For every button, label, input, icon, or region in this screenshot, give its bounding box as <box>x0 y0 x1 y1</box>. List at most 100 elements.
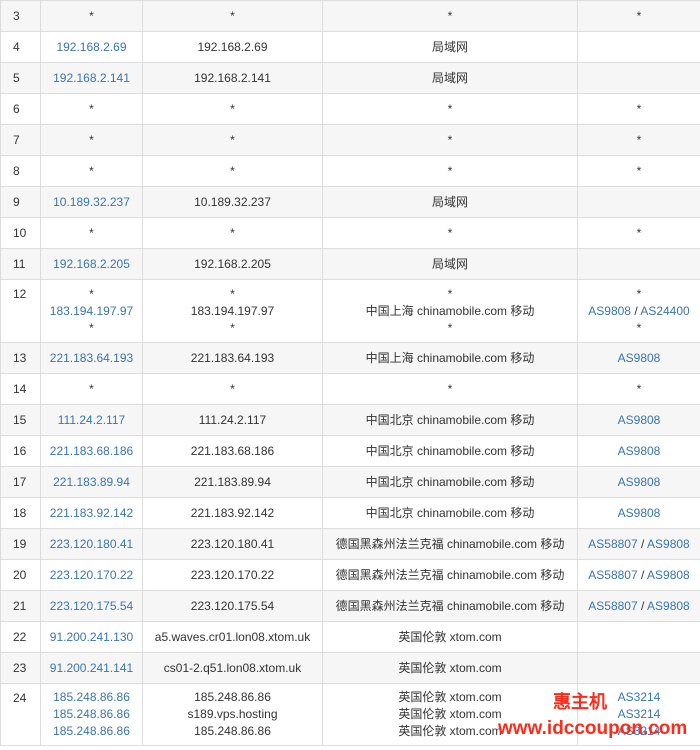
ip-link[interactable]: 223.120.175.54 <box>41 598 142 615</box>
location-cell: 局域网 <box>322 248 578 280</box>
asn-cell <box>577 621 700 653</box>
table-row: 4 192.168.2.69 192.168.2.69 局域网 <box>0 31 700 63</box>
ip-link[interactable]: 183.194.197.97 <box>41 303 142 320</box>
table-row: 20 223.120.170.22 223.120.170.22 德国黑森州法兰克福 … <box>0 559 700 591</box>
asn-line: AS9808 <box>578 350 700 367</box>
hostname-cell: * <box>142 373 323 405</box>
asn-line: AS9808 <box>578 474 700 491</box>
ip-link[interactable]: 111.24.2.117 <box>41 412 142 429</box>
timeout-marker: * <box>89 225 94 240</box>
asn-cell: * AS9808 / AS24400 * <box>577 279 700 343</box>
ip-link[interactable]: 221.183.92.142 <box>41 505 142 522</box>
hop-number: 11 <box>0 248 41 280</box>
hop-number: 12 <box>0 279 41 343</box>
asn-link[interactable]: AS9808 <box>647 568 690 582</box>
asn-link[interactable]: AS3214 <box>618 707 661 721</box>
ip-link[interactable]: 192.168.2.69 <box>41 39 142 56</box>
ip-link[interactable]: 221.183.89.94 <box>41 474 142 491</box>
timeout-marker: * <box>230 101 235 116</box>
asn-link[interactable]: AS3214 <box>618 690 661 704</box>
location-cell: 英国伦敦 xtom.com <box>322 652 578 684</box>
asn-link[interactable]: AS9808 <box>618 351 661 365</box>
asn-link[interactable]: AS58807 <box>588 599 637 613</box>
hostname: a5.waves.cr01.lon08.xtom.uk <box>154 629 311 644</box>
hop-number: 3 <box>0 0 41 32</box>
asn-cell <box>577 652 700 684</box>
asn-link[interactable]: AS24400 <box>640 304 689 318</box>
ip-link[interactable]: 192.168.2.205 <box>41 256 142 273</box>
location: 局域网 <box>431 70 468 85</box>
hop-number: 14 <box>0 373 41 405</box>
location: 英国伦敦 xtom.com <box>398 690 502 704</box>
ip-cell: 192.168.2.205 <box>40 248 143 280</box>
hostname: s189.vps.hosting <box>187 707 278 721</box>
timeout-marker: * <box>447 381 453 396</box>
timeout-marker: * <box>230 381 235 396</box>
location-cell: * <box>322 124 578 156</box>
timeout-marker: * <box>89 286 94 301</box>
ip-link[interactable]: 185.248.86.86 <box>41 723 142 740</box>
timeout-marker: * <box>447 132 453 147</box>
ip-link[interactable]: 221.183.68.186 <box>41 443 142 460</box>
asn-line <box>578 39 700 56</box>
timeout-marker: * <box>447 286 453 301</box>
ip-link[interactable]: 91.200.241.130 <box>41 629 142 646</box>
location-cell: 中国上海 chinamobile.com 移动 <box>322 342 578 374</box>
ip-link[interactable]: 185.248.86.86 <box>41 706 142 723</box>
ip-link[interactable]: 185.248.86.86 <box>41 689 142 706</box>
asn-link[interactable]: AS9808 <box>618 506 661 520</box>
ip-link[interactable]: 223.120.180.41 <box>41 536 142 553</box>
asn-link[interactable]: AS9808 <box>618 475 661 489</box>
hop-number: 5 <box>0 62 41 94</box>
asn-line <box>578 629 700 646</box>
table-row: 15 111.24.2.117 111.24.2.117 中国北京 chinamobi… <box>0 404 700 436</box>
hostname-cell: 221.183.68.186 <box>142 435 323 467</box>
ip-cell: * <box>40 124 143 156</box>
asn-link[interactable]: AS9808 <box>647 599 690 613</box>
ip-link[interactable]: 91.200.241.141 <box>41 660 142 677</box>
asn-link[interactable]: AS58807 <box>588 568 637 582</box>
hop-number: 15 <box>0 404 41 436</box>
ip-link[interactable]: 192.168.2.141 <box>41 70 142 87</box>
ip-link[interactable]: 10.189.32.237 <box>41 194 142 211</box>
timeout-marker: * <box>230 8 235 23</box>
hostname-cell: 192.168.2.69 <box>142 31 323 63</box>
hostname: 185.248.86.86 <box>194 690 271 704</box>
ip-link[interactable]: 221.183.64.193 <box>41 350 142 367</box>
asn-link[interactable]: AS9808 <box>618 413 661 427</box>
asn-cell: AS9808 <box>577 342 700 374</box>
asn-line: AS9808 <box>578 443 700 460</box>
hostname-cell: 192.168.2.205 <box>142 248 323 280</box>
hop-number: 20 <box>0 559 41 591</box>
asn-link[interactable]: AS9808 <box>647 537 690 551</box>
asn-link[interactable]: AS58807 <box>588 537 637 551</box>
asn-cell: * <box>577 217 700 249</box>
table-row: 5 192.168.2.141 192.168.2.141 局域网 <box>0 62 700 94</box>
asn-link[interactable]: AS9808 <box>618 444 661 458</box>
timeout-marker: * <box>636 163 642 178</box>
location: 中国上海 chinamobile.com 移动 <box>365 303 535 318</box>
ip-cell: * 183.194.197.97 * <box>40 279 143 343</box>
timeout-marker: * <box>636 8 642 23</box>
asn-link[interactable]: AS3214 <box>618 724 661 738</box>
table-row: 7 * * * * <box>0 124 700 156</box>
asn-link[interactable]: AS9808 <box>588 304 631 318</box>
ip-cell: * <box>40 217 143 249</box>
location-cell: * <box>322 155 578 187</box>
asn-line <box>578 194 700 211</box>
asn-line <box>578 660 700 677</box>
hostname-cell: 10.189.32.237 <box>142 186 323 218</box>
asn-cell: * <box>577 155 700 187</box>
ip-link[interactable]: 223.120.170.22 <box>41 567 142 584</box>
table-row: 9 10.189.32.237 10.189.32.237 局域网 <box>0 186 700 218</box>
asn-line: * <box>578 8 700 25</box>
location: 中国北京 chinamobile.com 移动 <box>365 474 535 489</box>
table-row: 16 221.183.68.186 221.183.68.186 中国北京 china… <box>0 435 700 467</box>
table-row: 11 192.168.2.205 192.168.2.205 局域网 <box>0 248 700 280</box>
hostname-cell: 221.183.92.142 <box>142 497 323 529</box>
ip-cell: * <box>40 0 143 32</box>
asn-line: AS58807 / AS9808 <box>578 598 700 615</box>
traceroute-body: 3 * * * * 4 192.168.2.69 192.168.2.69 局域网 5 192.1… <box>0 0 700 746</box>
asn-line: AS58807 / AS9808 <box>578 536 700 553</box>
ip-cell: 91.200.241.141 <box>40 652 143 684</box>
